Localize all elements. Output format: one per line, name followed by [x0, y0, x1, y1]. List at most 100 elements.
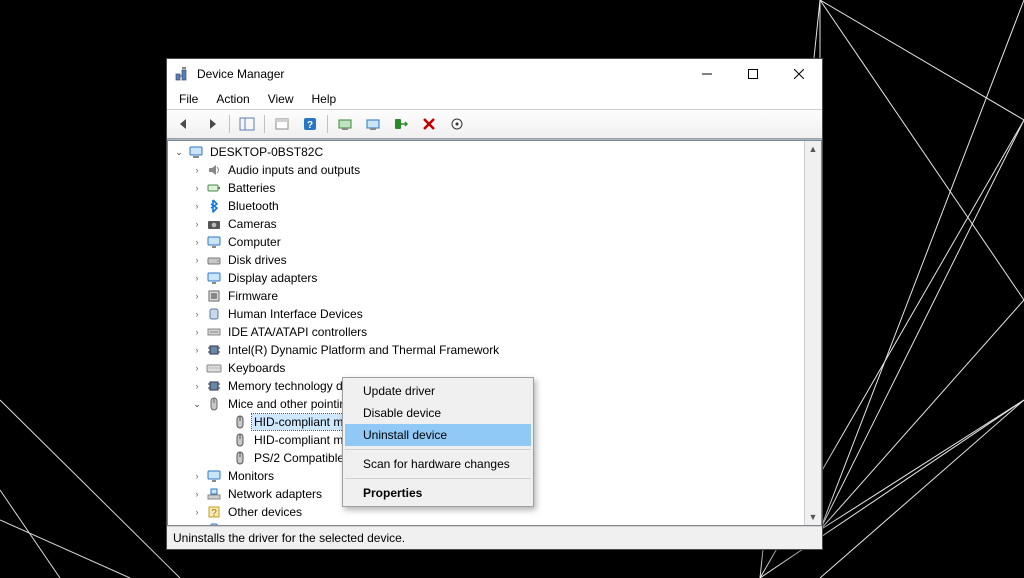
tree-node[interactable]: ›Portable Devices [168, 521, 805, 525]
node-label: Human Interface Devices [226, 306, 365, 322]
tree-node[interactable]: › Cameras [168, 215, 805, 233]
node-label: Display adapters [226, 270, 319, 286]
chevron-right-icon[interactable]: › [190, 381, 204, 391]
tree-node[interactable]: › Audio inputs and outputs [168, 161, 805, 179]
tree-node[interactable]: › IDE ATA/ATAPI controllers [168, 323, 805, 341]
chevron-right-icon[interactable]: › [190, 219, 204, 229]
tree-node[interactable]: › Batteries [168, 179, 805, 197]
node-icon [206, 306, 222, 322]
scroll-down-arrow-icon[interactable]: ▼ [805, 509, 821, 525]
node-icon [206, 324, 222, 340]
node-icon [206, 396, 222, 412]
help-button[interactable]: ? [297, 112, 323, 136]
tree-node[interactable]: › Computer [168, 233, 805, 251]
chevron-right-icon[interactable]: › [190, 471, 204, 481]
context-menu-item[interactable]: Properties [345, 482, 531, 504]
show-hide-tree-button[interactable] [234, 112, 260, 136]
context-menu-separator [345, 478, 531, 479]
chevron-right-icon[interactable]: › [190, 345, 204, 355]
toolbar-separator [264, 115, 265, 133]
properties-button[interactable] [269, 112, 295, 136]
node-icon [206, 522, 222, 525]
node-icon [206, 468, 222, 484]
chevron-right-icon[interactable]: › [190, 165, 204, 175]
tree-node[interactable]: ›Bluetooth [168, 197, 805, 215]
menu-help[interactable]: Help [304, 90, 345, 108]
tree-node[interactable]: › Firmware [168, 287, 805, 305]
node-icon [206, 360, 222, 376]
node-label: Portable Devices [226, 522, 321, 525]
node-label: Monitors [226, 468, 276, 484]
node-icon [206, 180, 222, 196]
back-button[interactable] [171, 112, 197, 136]
node-label: Cameras [226, 216, 279, 232]
node-label: Other devices [226, 504, 304, 520]
tree-node[interactable]: › Intel(R) Dynamic Platform and Thermal F… [168, 341, 805, 359]
chevron-right-icon[interactable]: › [190, 237, 204, 247]
chevron-right-icon[interactable]: › [190, 273, 204, 283]
scroll-up-arrow-icon[interactable]: ▲ [805, 141, 821, 157]
node-icon [206, 486, 222, 502]
forward-button[interactable] [199, 112, 225, 136]
chevron-down-icon[interactable]: ⌄ [190, 399, 204, 410]
svg-text:?: ? [211, 508, 217, 519]
menu-file[interactable]: File [171, 90, 206, 108]
chevron-right-icon[interactable]: › [190, 183, 204, 193]
update-driver-button[interactable] [332, 112, 358, 136]
toolbar-separator [327, 115, 328, 133]
node-icon [232, 450, 248, 466]
tree-node[interactable]: › Human Interface Devices [168, 305, 805, 323]
context-menu-separator [345, 449, 531, 450]
app-icon [175, 66, 191, 82]
tree-node[interactable]: › Disk drives [168, 251, 805, 269]
node-label: Disk drives [226, 252, 289, 268]
node-label: DESKTOP-0BST82C [208, 144, 325, 160]
statusbar: Uninstalls the driver for the selected d… [167, 526, 822, 549]
node-label: Intel(R) Dynamic Platform and Thermal Fr… [226, 342, 501, 358]
maximize-button[interactable] [730, 59, 776, 89]
menubar: File Action View Help [167, 89, 822, 110]
disable-device-button[interactable] [360, 112, 386, 136]
node-icon [206, 252, 222, 268]
chevron-right-icon[interactable]: › [190, 309, 204, 319]
chevron-right-icon[interactable]: › [190, 507, 204, 517]
node-label: Batteries [226, 180, 277, 196]
node-icon [206, 198, 222, 214]
chevron-right-icon[interactable]: › [190, 489, 204, 499]
node-icon [206, 288, 222, 304]
chevron-down-icon[interactable]: ⌄ [172, 147, 186, 158]
chevron-right-icon[interactable]: › [190, 327, 204, 337]
vertical-scrollbar[interactable]: ▲ ▼ [804, 141, 821, 525]
minimize-button[interactable] [684, 59, 730, 89]
enable-device-button[interactable] [388, 112, 414, 136]
window-title: Device Manager [197, 67, 684, 81]
scan-hardware-button[interactable] [444, 112, 470, 136]
node-icon [206, 342, 222, 358]
context-menu-item[interactable]: Uninstall device [345, 424, 531, 446]
context-menu-item[interactable]: Disable device [345, 402, 531, 424]
node-label: Firmware [226, 288, 280, 304]
menu-view[interactable]: View [260, 90, 302, 108]
menu-action[interactable]: Action [208, 90, 257, 108]
close-button[interactable] [776, 59, 822, 89]
node-icon [188, 144, 204, 160]
tree-node[interactable]: › Display adapters [168, 269, 805, 287]
chevron-right-icon[interactable]: › [190, 255, 204, 265]
context-menu[interactable]: Update driverDisable deviceUninstall dev… [342, 377, 534, 507]
tree-node[interactable]: ⌄ DESKTOP-0BST82C [168, 143, 805, 161]
tree-node[interactable]: ›Keyboards [168, 359, 805, 377]
node-icon [232, 414, 248, 430]
node-label: Computer [226, 234, 283, 250]
chevron-right-icon[interactable]: › [190, 363, 204, 373]
node-icon [206, 270, 222, 286]
node-label: IDE ATA/ATAPI controllers [226, 324, 369, 340]
node-icon [206, 162, 222, 178]
chevron-right-icon[interactable]: › [190, 201, 204, 211]
chevron-right-icon[interactable]: › [190, 291, 204, 301]
uninstall-device-button[interactable] [416, 112, 442, 136]
context-menu-item[interactable]: Scan for hardware changes [345, 453, 531, 475]
toolbar-separator [229, 115, 230, 133]
context-menu-item[interactable]: Update driver [345, 380, 531, 402]
node-label: Audio inputs and outputs [226, 162, 362, 178]
titlebar[interactable]: Device Manager [167, 59, 822, 89]
